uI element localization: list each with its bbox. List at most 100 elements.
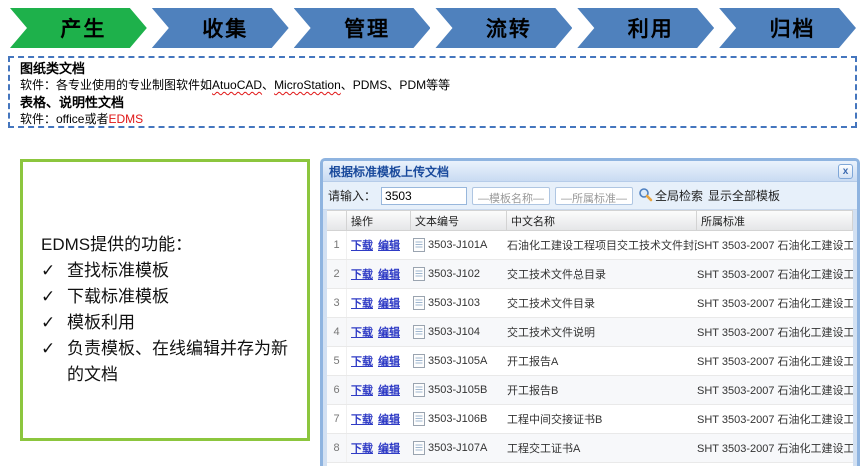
process-flow: 产生收集管理流转利用归档 <box>10 8 856 48</box>
note-text: 软件：office或者 <box>20 112 108 126</box>
row-code-text: 3503-J105B <box>428 384 487 396</box>
row-code: 3503-J107A <box>411 441 507 455</box>
note-line-office-software: 软件：office或者EDMS <box>20 111 845 128</box>
table-row[interactable]: 3下载编辑3503-J103交工技术文件目录SHT 3503-2007 石油化工… <box>327 289 853 318</box>
download-link[interactable]: 下载 <box>351 356 373 368</box>
edit-link[interactable]: 编辑 <box>378 240 400 252</box>
header-name[interactable]: 中文名称 <box>507 211 697 230</box>
row-chinese-name: 石油化工建设工程项目交工技术文件封面A <box>507 237 697 253</box>
header-code[interactable]: 文本编号 <box>411 211 507 230</box>
note-box: 图纸类文档 软件：各专业使用的专业制图软件如AtuoCAD、MicroStati… <box>8 56 857 128</box>
check-icon: ✓ <box>41 284 67 310</box>
document-icon <box>413 412 425 426</box>
table-body: 1下载编辑3503-J101A石油化工建设工程项目交工技术文件封面ASHT 35… <box>327 231 853 466</box>
row-standard: SHT 3503-2007 石油化工建设工程项目交工... <box>697 266 853 282</box>
feature-item-label: 下载标准模板 <box>67 284 169 310</box>
download-link[interactable]: 下载 <box>351 414 373 426</box>
download-link[interactable]: 下载 <box>351 240 373 252</box>
edms-highlight: EDMS <box>108 112 143 126</box>
row-actions: 下载编辑 <box>347 266 411 282</box>
table-row[interactable]: 8下载编辑3503-J107A工程交工证书ASHT 3503-2007 石油化工… <box>327 434 853 463</box>
row-code-text: 3503-J101A <box>428 239 487 251</box>
row-actions: 下载编辑 <box>347 295 411 311</box>
global-search-label: 全局检索 <box>655 187 703 204</box>
template-name-combo[interactable]: —模板名称— <box>472 187 550 205</box>
feature-box-title: EDMS提供的功能： <box>41 232 295 258</box>
download-link[interactable]: 下载 <box>351 327 373 339</box>
table-row[interactable]: 2下载编辑3503-J102交工技术文件总目录SHT 3503-2007 石油化… <box>327 260 853 289</box>
row-code-text: 3503-J103 <box>428 297 480 309</box>
row-chinese-name: 开工报告A <box>507 353 697 369</box>
row-code: 3503-J105A <box>411 354 507 368</box>
note-line-drawing-software: 软件：各专业使用的专业制图软件如AtuoCAD、MicroStation、PDM… <box>20 77 845 94</box>
software-name-microstation: MicroStation <box>274 78 341 92</box>
download-link[interactable]: 下载 <box>351 443 373 455</box>
search-input[interactable] <box>381 187 467 205</box>
edit-link[interactable]: 编辑 <box>378 298 400 310</box>
download-link[interactable]: 下载 <box>351 298 373 310</box>
magnifier-icon <box>638 187 653 205</box>
note-heading-drawings: 图纸类文档 <box>20 60 845 77</box>
table-row[interactable]: 4 下载编辑 3503-J104 交工技术文件说明SHT 3503-2007 石油化工… <box>327 318 853 347</box>
row-chinese-name: 交工技术文件说明 <box>507 324 697 340</box>
row-chinese-name: 工程交工证书A <box>507 440 697 456</box>
row-code-text: 3503-J104 <box>428 326 480 338</box>
row-number: 8 <box>327 434 347 462</box>
row-actions: 下载编辑 <box>347 440 411 456</box>
row-code-text: 3503-J106B <box>428 413 487 425</box>
download-link[interactable]: 下载 <box>351 385 373 397</box>
table-row[interactable]: 6下载编辑3503-J105B开工报告BSHT 3503-2007 石油化工建设… <box>327 376 853 405</box>
row-standard: SHT 3503-2007 石油化工建设工程项目交工... <box>697 353 853 369</box>
header-standard[interactable]: 所属标准 <box>697 211 853 230</box>
table-row[interactable]: 7下载编辑3503-J106B工程中间交接证书BSHT 3503-2007 石油… <box>327 405 853 434</box>
row-code: 3503-J104 <box>411 325 507 339</box>
check-icon: ✓ <box>41 310 67 336</box>
feature-item-label: 负责模板、在线编辑并存为新的文档 <box>67 336 295 388</box>
header-actions[interactable]: 操作 <box>347 211 411 230</box>
standard-combo[interactable]: —所属标准— <box>555 187 633 205</box>
feature-item: ✓模板利用 <box>41 310 295 336</box>
table-row[interactable]: 5 下载编辑 3503-J105A开工报告ASHT 3503-2007 石油化工建设… <box>327 347 853 376</box>
feature-item: ✓查找标准模板 <box>41 258 295 284</box>
row-number: 4 <box>327 318 347 346</box>
header-numberer <box>327 211 347 230</box>
table-row[interactable]: 1下载编辑3503-J101A石油化工建设工程项目交工技术文件封面ASHT 35… <box>327 231 853 260</box>
flow-step-label: 流转 <box>476 13 532 43</box>
edit-link[interactable]: 编辑 <box>378 356 400 368</box>
row-standard: SHT 3503-2007 石油化工建设工程项目交工... <box>697 324 853 340</box>
row-actions: 下载编辑 <box>347 382 411 398</box>
close-icon[interactable]: x <box>838 164 853 179</box>
row-standard: SHT 3503-2007 石油化工建设工程项目交工... <box>697 295 853 311</box>
software-name-autocad: AtuoCAD <box>212 78 262 92</box>
edit-link[interactable]: 编辑 <box>378 414 400 426</box>
row-chinese-name: 交工技术文件总目录 <box>507 266 697 282</box>
upload-template-dialog: 根据标准模板上传文档 x 请输入： —模板名称— —所属标准— 全局检索 显示全… <box>320 158 860 466</box>
flow-step-label: 产生 <box>50 13 106 43</box>
row-number: 5 <box>327 347 347 375</box>
row-chinese-name: 工程中间交接证书B <box>507 411 697 427</box>
search-input-label: 请输入： <box>328 187 376 204</box>
edit-link[interactable]: 编辑 <box>378 443 400 455</box>
flow-step-1: 产生 <box>10 8 147 48</box>
document-icon <box>413 383 425 397</box>
dialog-toolbar: 请输入： —模板名称— —所属标准— 全局检索 显示全部模板 <box>323 182 857 210</box>
feature-item: ✓负责模板、在线编辑并存为新的文档 <box>41 336 295 388</box>
dialog-title: 根据标准模板上传文档 <box>329 163 449 180</box>
row-chinese-name: 开工报告B <box>507 382 697 398</box>
feature-item-label: 查找标准模板 <box>67 258 169 284</box>
edit-link[interactable]: 编辑 <box>378 269 400 281</box>
row-code: 3503-J105B <box>411 383 507 397</box>
edit-link[interactable]: 编辑 <box>378 327 400 339</box>
global-search-button[interactable]: 全局检索 <box>638 187 703 205</box>
download-link[interactable]: 下载 <box>351 269 373 281</box>
row-code-text: 3503-J102 <box>428 268 480 280</box>
show-all-templates-button[interactable]: 显示全部模板 <box>708 187 780 204</box>
document-icon <box>413 354 425 368</box>
flow-step-label: 管理 <box>334 13 390 43</box>
flow-step-5: 利用 <box>577 8 714 48</box>
document-icon <box>413 441 425 455</box>
dialog-title-bar[interactable]: 根据标准模板上传文档 x <box>323 161 857 182</box>
row-standard: SHT 3503-2007 石油化工建设工程项目交工... <box>697 411 853 427</box>
edit-link[interactable]: 编辑 <box>378 385 400 397</box>
row-number: 3 <box>327 289 347 317</box>
